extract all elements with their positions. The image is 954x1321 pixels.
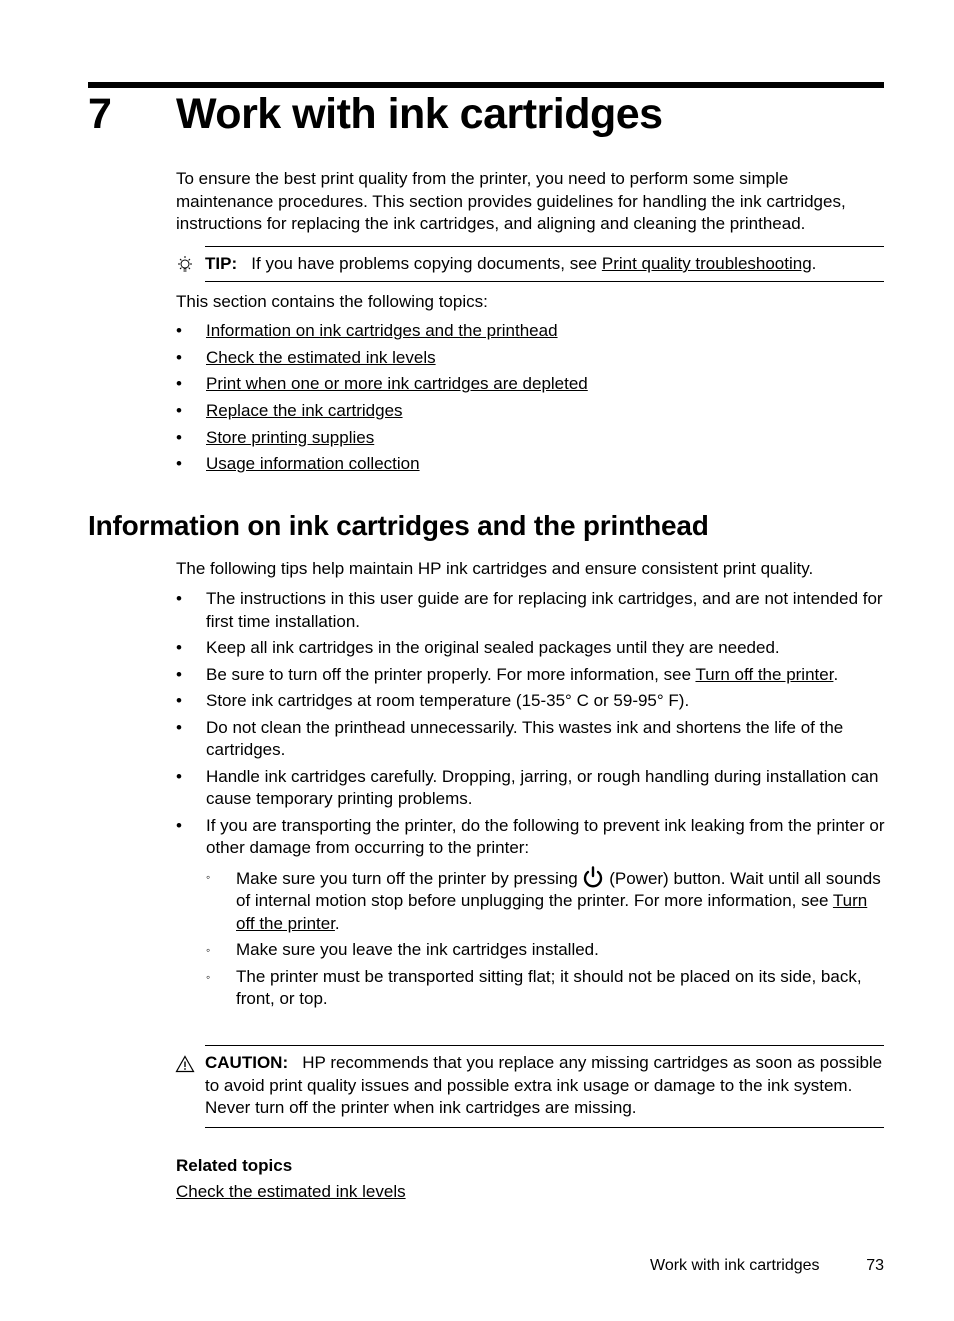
tip-item-text: Store ink cartridges at room temperature… (206, 691, 690, 710)
sub-item-text: Make sure you turn off the printer by pr… (236, 868, 583, 888)
sub-item: ◦ Make sure you turn off the printer by p… (206, 865, 886, 936)
bullet: • (176, 427, 182, 447)
tip-item: • Handle ink cartridges carefully. Droppi… (176, 766, 886, 811)
topics-list: • Information on ink cartridges and the p… (176, 320, 886, 480)
bullet: • (176, 401, 182, 421)
topic-link[interactable]: Replace the ink cartridges (206, 401, 403, 420)
tip-item-text: If you are transporting the printer, do … (206, 815, 885, 858)
topic-item: • Store printing supplies (176, 427, 886, 454)
tip-item: • Store ink cartridges at room temperatur… (176, 690, 886, 713)
page-footer: Work with ink cartridges 73 (650, 1257, 884, 1275)
power-icon (584, 865, 603, 887)
topic-item: • Usage information collection (176, 453, 886, 480)
chapter-rule (88, 82, 884, 88)
caution-text: HP recommends that you replace any missi… (205, 1053, 883, 1117)
bullet: • (176, 454, 182, 474)
tips-list: • The instructions in this user guide are… (176, 588, 886, 1015)
tip-item: • The instructions in this user guide are… (176, 588, 886, 633)
print-quality-troubleshooting-link[interactable]: Print quality troubleshooting (602, 254, 812, 273)
topic-item: • Replace the ink cartridges (176, 400, 886, 427)
topics-intro: This section contains the following topi… (176, 292, 488, 311)
tip-text: If you have problems copying documents, … (251, 254, 602, 273)
bullet: • (176, 589, 182, 608)
tip-item-text: Be sure to turn off the printer properly… (206, 664, 696, 684)
topic-item: • Print when one or more ink cartridges a… (176, 373, 886, 400)
bullet: • (176, 638, 182, 657)
topic-link[interactable]: Store printing supplies (206, 428, 374, 447)
chapter-heading: 7 Work with ink cartridges (88, 90, 663, 139)
tip-item-text: Handle ink cartridges carefully. Droppin… (206, 766, 879, 809)
sub-item-text: Make sure you leave the ink cartridges i… (236, 940, 599, 959)
caution-note: CAUTION: HP recommends that you replace … (175, 1045, 884, 1128)
warning-triangle-icon (175, 1055, 195, 1073)
sub-item: ◦ The printer must be transported sitting… (206, 966, 886, 1011)
chapter-number: 7 (88, 90, 112, 138)
sub-item: ◦ Make sure you leave the ink cartridges … (206, 939, 886, 962)
bullet: • (176, 691, 182, 710)
bullet: • (176, 321, 182, 340)
sub-item-text: The printer must be transported sitting … (236, 966, 862, 1009)
tip-item: • Be sure to turn off the printer properl… (176, 664, 886, 687)
topic-item: • Information on ink cartridges and the p… (176, 320, 886, 347)
page-number: 73 (866, 1257, 884, 1274)
tip-item-text: Do not clean the printhead unnecessarily… (206, 717, 844, 760)
topic-link[interactable]: Usage information collection (206, 454, 420, 473)
transport-sublist: ◦ Make sure you turn off the printer by p… (206, 865, 886, 1011)
bullet: • (176, 815, 182, 835)
tip-item-text: Keep all ink cartridges in the original … (206, 638, 780, 657)
topic-link[interactable]: Information on ink cartridges and the pr… (206, 321, 558, 340)
related-topics-heading: Related topics (176, 1156, 293, 1175)
section-intro: The following tips help maintain HP ink … (176, 559, 814, 578)
footer-title: Work with ink cartridges (650, 1257, 820, 1274)
tip-label: TIP: (205, 254, 238, 273)
sub-item-end: . (334, 913, 340, 933)
related-ink-levels-link[interactable]: Check the estimated ink levels (176, 1182, 406, 1201)
sub-bullet: ◦ (206, 869, 211, 884)
tip-item: • If you are transporting the printer, do… (176, 815, 886, 1011)
tip-item-end: . (833, 664, 839, 684)
tip-item: • Do not clean the printhead unnecessaril… (176, 717, 886, 762)
tip-note: TIP: If you have problems copying docume… (178, 246, 884, 282)
turn-off-printer-link[interactable]: Turn off the printer (695, 665, 833, 684)
caution-label: CAUTION: (205, 1053, 289, 1072)
sub-bullet: ◦ (206, 943, 211, 957)
bullet: • (176, 766, 182, 786)
bullet: • (176, 717, 182, 737)
tip-item: • Keep all ink cartridges in the original… (176, 637, 886, 660)
bullet: • (176, 664, 182, 684)
intro-paragraph: To ensure the best print quality from th… (176, 169, 846, 233)
chapter-title: Work with ink cartridges (176, 90, 663, 138)
sub-bullet: ◦ (206, 969, 211, 984)
topic-link[interactable]: Check the estimated ink levels (206, 348, 436, 367)
tip-item-text: The instructions in this user guide are … (206, 589, 883, 631)
topic-link[interactable]: Print when one or more ink cartridges ar… (206, 374, 588, 393)
topic-item: • Check the estimated ink levels (176, 347, 886, 374)
lightbulb-icon (178, 256, 192, 272)
bullet: • (176, 374, 182, 394)
section-heading: Information on ink cartridges and the pr… (88, 510, 709, 541)
bullet: • (176, 347, 182, 367)
tip-end: . (811, 254, 817, 273)
